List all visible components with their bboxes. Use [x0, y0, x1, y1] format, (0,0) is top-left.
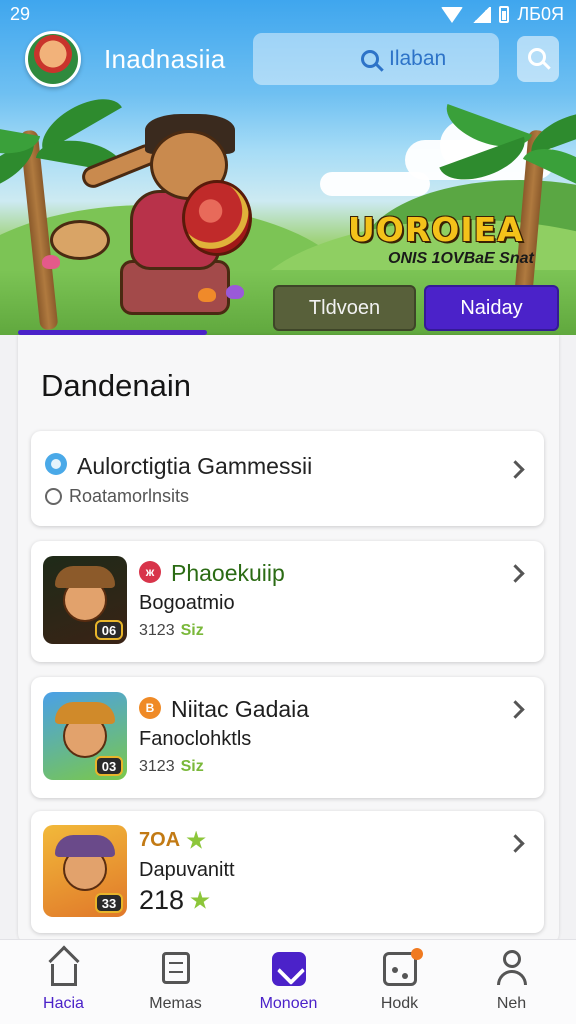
list-item-title: Phaoekuiip [171, 560, 285, 586]
app-title: Inadnasiia [104, 44, 226, 74]
banner-title: UOROIEA [348, 210, 524, 249]
list-item[interactable]: Aulorctigtia Gammessii Roatamorlnsits [31, 431, 544, 526]
tab-tldvoen[interactable]: Tldvoen [273, 285, 416, 331]
banner-subtitle: ONIS 1OVBaE Snat [388, 250, 534, 267]
nav-label: Memas [149, 995, 202, 1012]
bottom-nav: Hacia Memas Monoen Hodk Neh [0, 939, 576, 1024]
level-badge: 06 [95, 620, 123, 640]
banner-progress [18, 330, 559, 335]
banner-progress-fill [18, 330, 208, 335]
list-item-subtitle: Fanoclohktls [139, 728, 252, 750]
list-item-title: Aulorctigtia Gammessii [77, 453, 313, 479]
butterfly-icon [226, 285, 244, 299]
wifi-icon [441, 6, 464, 23]
nav-label: Hodk [380, 995, 419, 1012]
nav-item-memas[interactable]: Memas [118, 940, 233, 1024]
search-text: Ilaban [389, 47, 447, 70]
big-value: 218 [139, 885, 185, 915]
list-item-value: 218 [139, 885, 210, 916]
document-icon [161, 952, 190, 984]
game-thumbnail: 03 [43, 692, 127, 780]
category-badge-icon: ж [139, 561, 161, 583]
meta-value: 3123 [139, 758, 175, 775]
nav-label: Neh [496, 995, 527, 1012]
avatar[interactable] [25, 31, 81, 87]
list-item[interactable]: 33 7OA Dapuvanitt 218 [31, 811, 544, 933]
list-item[interactable]: 03 B Niitac Gadaia Fanoclohktls 3123 Siz [31, 677, 544, 798]
list-item-subtitle: Bogoatmio [139, 592, 235, 614]
status-time: 29 [10, 4, 31, 24]
list-item-title: Niitac Gadaia [171, 696, 310, 722]
nav-item-home[interactable]: Hacia [6, 940, 121, 1024]
battery-icon [499, 6, 510, 23]
shield-icon [182, 180, 252, 256]
home-icon [50, 964, 77, 986]
chevron-right-icon [506, 834, 525, 853]
search-field[interactable]: Ilaban [253, 33, 499, 85]
chevron-right-icon [506, 700, 525, 719]
star-icon [186, 830, 206, 849]
category-badge-icon: B [139, 697, 161, 719]
list-item-meta: 3123 Siz [139, 622, 204, 640]
clock-icon [45, 488, 62, 505]
game-thumbnail: 06 [43, 556, 127, 644]
chevron-right-icon [506, 564, 525, 583]
leaf-icon: Siz [180, 758, 204, 775]
list-item-subtitle: Dapuvanitt [139, 859, 235, 881]
butterfly-icon [42, 255, 60, 269]
cloud [320, 172, 430, 196]
profile-icon [502, 950, 521, 968]
info-dot-icon [45, 453, 67, 475]
list-item-tag: 7OA [139, 829, 206, 852]
level-badge: 33 [95, 893, 123, 913]
tag-value: 7OA [139, 829, 181, 851]
notification-dot [411, 948, 423, 960]
list-item[interactable]: 06 ж Phaoekuiip Bogoatmio 3123 Siz [31, 541, 544, 662]
search-icon [528, 48, 546, 66]
status-bar: 29 ЛБ0Я [0, 0, 576, 28]
nav-item-hodk[interactable]: Hodk [342, 940, 457, 1024]
nav-label: Hacia [43, 995, 84, 1012]
list-item-meta: 3123 Siz [139, 758, 204, 776]
search-icon [361, 50, 379, 68]
list-item-subtitle: Roatamorlnsits [69, 486, 190, 506]
game-thumbnail: 33 [43, 825, 127, 917]
profile-icon [496, 970, 527, 985]
butterfly-icon [198, 288, 216, 302]
status-clock: ЛБ0Я [517, 4, 564, 24]
tab-naiday[interactable]: Naiday [424, 285, 559, 331]
leaf-icon: Siz [180, 622, 204, 639]
app-icon [271, 952, 306, 986]
nav-item-profile[interactable]: Neh [454, 940, 569, 1024]
section-title: Dandenain [41, 368, 191, 403]
star-icon [190, 890, 210, 909]
nav-label: Monoen [259, 995, 318, 1012]
signal-icon [471, 6, 492, 23]
search-button[interactable] [517, 36, 559, 82]
chevron-right-icon [506, 460, 525, 479]
nav-item-monoen[interactable]: Monoen [231, 940, 346, 1024]
level-badge: 03 [95, 756, 123, 776]
meta-value: 3123 [139, 622, 175, 639]
